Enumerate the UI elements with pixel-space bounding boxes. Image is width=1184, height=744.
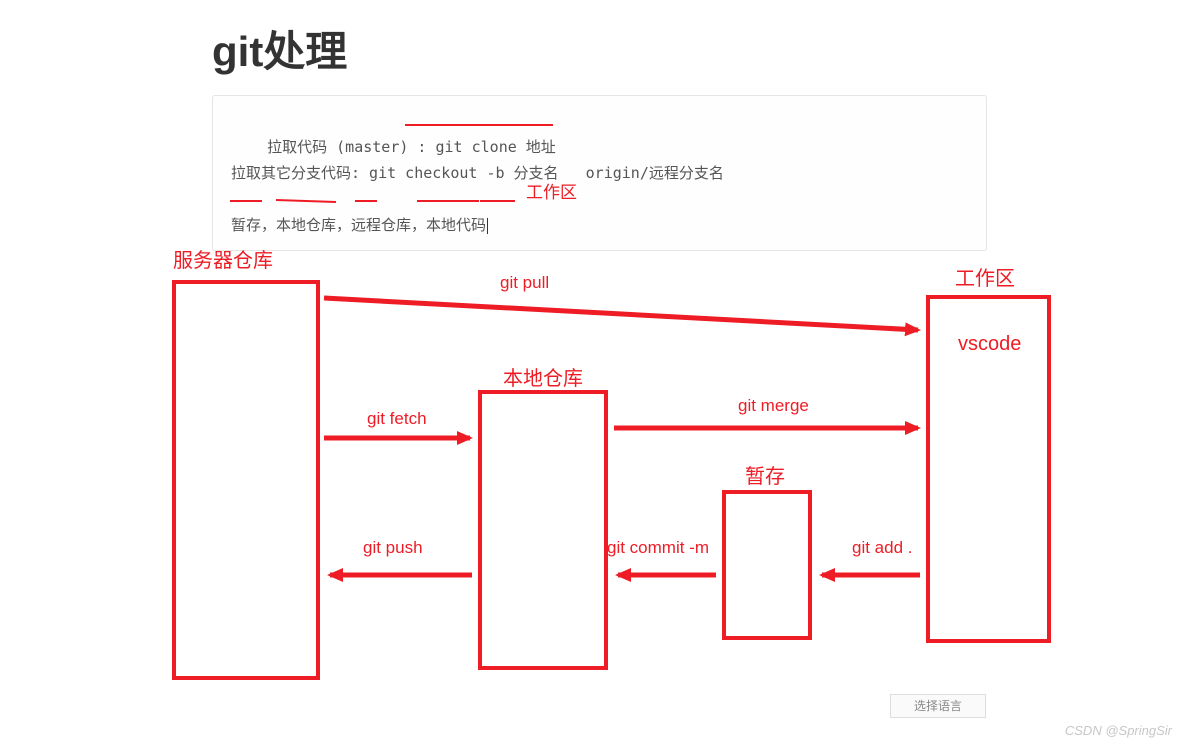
box-local-repo xyxy=(478,390,608,670)
label-workspace-inline: 工作区 xyxy=(526,178,577,203)
page-root: git处理 拉取代码 (master) : git clone 地址 拉取其它分… xyxy=(0,0,1184,744)
text-cursor xyxy=(487,218,488,234)
label-git-commit: git commit -m xyxy=(607,538,709,558)
label-git-merge: git merge xyxy=(738,396,809,416)
box-server-repo xyxy=(172,280,320,680)
select-language-button[interactable]: 选择语言 xyxy=(890,694,986,718)
code-line1-label: 拉取代码 (master) : xyxy=(267,138,426,156)
underline-zancun xyxy=(230,200,262,202)
code-line1-cmd: git clone 地址 xyxy=(436,138,556,156)
label-git-push: git push xyxy=(363,538,423,558)
box-workspace xyxy=(926,295,1051,643)
label-workspace: 工作区 xyxy=(955,262,1015,291)
code-block: 拉取代码 (master) : git clone 地址 拉取其它分支代码: g… xyxy=(212,95,987,251)
underline-extra xyxy=(480,200,515,202)
box-stage xyxy=(722,490,812,640)
label-local-repo: 本地仓库 xyxy=(503,362,583,391)
underline-git-clone xyxy=(405,124,553,126)
label-git-pull: git pull xyxy=(500,273,549,293)
label-server-repo: 服务器仓库 xyxy=(173,244,273,273)
label-git-add: git add . xyxy=(852,538,913,558)
label-stage: 暂存 xyxy=(745,460,785,489)
code-line3: 暂存，本地仓库，远程仓库，本地代码 xyxy=(231,216,486,234)
watermark: CSDN @SpringSir xyxy=(1065,723,1172,738)
code-line2: 拉取其它分支代码: git checkout -b 分支名 origin/远程分… xyxy=(231,164,724,182)
page-title: git处理 xyxy=(212,18,347,79)
underline-yuancheng xyxy=(355,200,377,202)
underline-bendidaima xyxy=(417,200,479,202)
label-git-fetch: git fetch xyxy=(367,409,427,429)
